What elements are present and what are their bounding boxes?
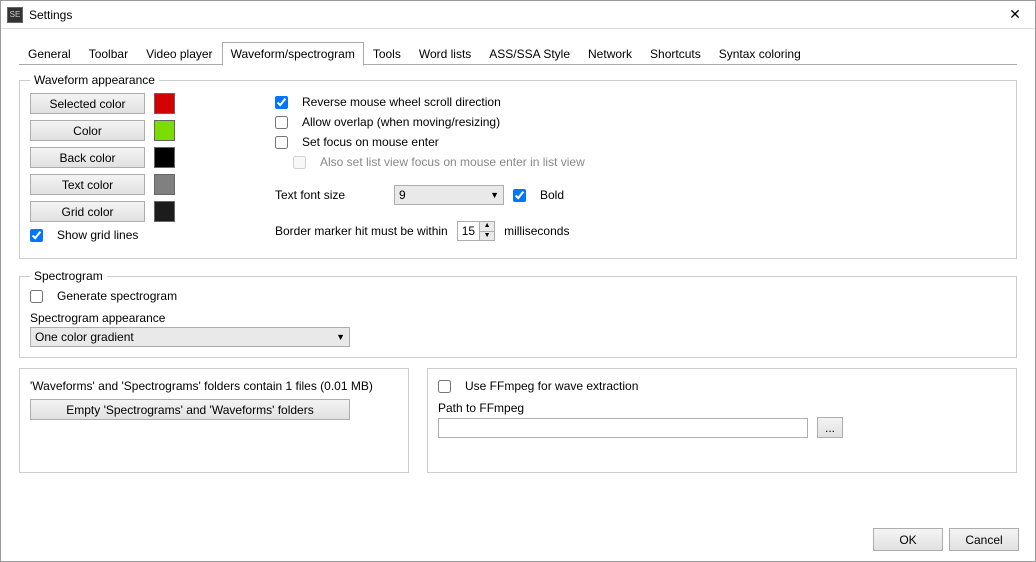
generate-spectrogram-label: Generate spectrogram bbox=[57, 289, 177, 303]
allow-overlap-label: Allow overlap (when moving/resizing) bbox=[302, 115, 500, 129]
spinner-down-icon[interactable]: ▼ bbox=[480, 232, 494, 241]
dialog-footer: OK Cancel bbox=[873, 528, 1019, 551]
show-grid-lines-input[interactable] bbox=[30, 229, 43, 242]
cancel-button[interactable]: Cancel bbox=[949, 528, 1019, 551]
also-set-listview-checkbox: Also set list view focus on mouse enter … bbox=[293, 155, 585, 169]
group-spectrogram: Spectrogram Generate spectrogram Spectro… bbox=[19, 269, 1017, 358]
chevron-down-icon: ▼ bbox=[490, 190, 499, 200]
chevron-down-icon: ▼ bbox=[336, 332, 345, 342]
ok-button[interactable]: OK bbox=[873, 528, 943, 551]
border-marker-label-post: milliseconds bbox=[504, 224, 569, 238]
use-ffmpeg-checkbox[interactable]: Use FFmpeg for wave extraction bbox=[438, 379, 1006, 393]
ffmpeg-panel: Use FFmpeg for wave extraction Path to F… bbox=[427, 368, 1017, 473]
bold-label: Bold bbox=[540, 188, 564, 202]
font-size-select[interactable]: 9 ▼ bbox=[394, 185, 504, 205]
set-focus-checkbox[interactable]: Set focus on mouse enter bbox=[275, 135, 585, 149]
app-icon: SE bbox=[7, 7, 23, 23]
legend-spectrogram: Spectrogram bbox=[30, 269, 107, 283]
folders-info-text: 'Waveforms' and 'Spectrograms' folders c… bbox=[30, 379, 398, 393]
grid-color-button[interactable]: Grid color bbox=[30, 201, 145, 222]
ffmpeg-path-input[interactable] bbox=[438, 418, 808, 438]
show-grid-lines-checkbox[interactable]: Show grid lines bbox=[30, 228, 175, 242]
settings-window: SE Settings ✕ General Toolbar Video play… bbox=[0, 0, 1036, 562]
ffmpeg-path-label: Path to FFmpeg bbox=[438, 401, 1006, 415]
tab-shortcuts[interactable]: Shortcuts bbox=[641, 42, 710, 66]
close-button[interactable]: ✕ bbox=[995, 6, 1035, 23]
spectrogram-appearance-label: Spectrogram appearance bbox=[30, 311, 1006, 325]
use-ffmpeg-input[interactable] bbox=[438, 380, 451, 393]
text-color-button[interactable]: Text color bbox=[30, 174, 145, 195]
tab-syntax-coloring[interactable]: Syntax coloring bbox=[710, 42, 810, 66]
ffmpeg-browse-button[interactable]: ... bbox=[817, 417, 843, 438]
spectrogram-appearance-select[interactable]: One color gradient ▼ bbox=[30, 327, 350, 347]
font-size-value: 9 bbox=[399, 188, 406, 202]
selected-color-button[interactable]: Selected color bbox=[30, 93, 145, 114]
window-title: Settings bbox=[29, 8, 995, 22]
use-ffmpeg-label: Use FFmpeg for wave extraction bbox=[465, 379, 638, 393]
bold-input[interactable] bbox=[513, 189, 526, 202]
tab-waveform-spectrogram[interactable]: Waveform/spectrogram bbox=[222, 42, 364, 66]
spinner-up-icon[interactable]: ▲ bbox=[480, 222, 494, 232]
allow-overlap-checkbox[interactable]: Allow overlap (when moving/resizing) bbox=[275, 115, 585, 129]
spectrogram-appearance-value: One color gradient bbox=[35, 330, 134, 344]
also-set-listview-label: Also set list view focus on mouse enter … bbox=[320, 155, 585, 169]
tab-video-player[interactable]: Video player bbox=[137, 42, 222, 66]
color-swatch[interactable] bbox=[154, 120, 175, 141]
tab-network[interactable]: Network bbox=[579, 42, 641, 66]
tab-ass-ssa-style[interactable]: ASS/SSA Style bbox=[480, 42, 579, 66]
bottom-panels: 'Waveforms' and 'Spectrograms' folders c… bbox=[19, 368, 1017, 473]
tabstrip: General Toolbar Video player Waveform/sp… bbox=[1, 29, 1035, 65]
font-size-label: Text font size bbox=[275, 188, 385, 202]
set-focus-label: Set focus on mouse enter bbox=[302, 135, 439, 149]
tab-toolbar[interactable]: Toolbar bbox=[80, 42, 137, 66]
back-color-button[interactable]: Back color bbox=[30, 147, 145, 168]
border-marker-value: 15 bbox=[458, 222, 479, 240]
folders-panel: 'Waveforms' and 'Spectrograms' folders c… bbox=[19, 368, 409, 473]
reverse-wheel-label: Reverse mouse wheel scroll direction bbox=[302, 95, 501, 109]
set-focus-input[interactable] bbox=[275, 136, 288, 149]
reverse-wheel-input[interactable] bbox=[275, 96, 288, 109]
group-waveform-appearance: Waveform appearance Selected color Color… bbox=[19, 73, 1017, 259]
border-marker-spinner[interactable]: 15 ▲ ▼ bbox=[457, 221, 495, 241]
generate-spectrogram-checkbox[interactable]: Generate spectrogram bbox=[30, 289, 1006, 303]
reverse-wheel-checkbox[interactable]: Reverse mouse wheel scroll direction bbox=[275, 95, 585, 109]
tab-word-lists[interactable]: Word lists bbox=[410, 42, 480, 66]
also-set-listview-input bbox=[293, 156, 306, 169]
generate-spectrogram-input[interactable] bbox=[30, 290, 43, 303]
tab-content: Waveform appearance Selected color Color… bbox=[1, 64, 1035, 483]
waveform-options-column: Reverse mouse wheel scroll direction All… bbox=[275, 93, 585, 248]
tab-tools[interactable]: Tools bbox=[364, 42, 410, 66]
back-color-swatch[interactable] bbox=[154, 147, 175, 168]
color-button[interactable]: Color bbox=[30, 120, 145, 141]
tab-general[interactable]: General bbox=[19, 42, 80, 66]
allow-overlap-input[interactable] bbox=[275, 116, 288, 129]
border-marker-label-pre: Border marker hit must be within bbox=[275, 224, 448, 238]
grid-color-swatch[interactable] bbox=[154, 201, 175, 222]
legend-waveform-appearance: Waveform appearance bbox=[30, 73, 159, 87]
color-buttons-column: Selected color Color Back color Text col… bbox=[30, 93, 175, 248]
titlebar: SE Settings ✕ bbox=[1, 1, 1035, 29]
show-grid-lines-label: Show grid lines bbox=[57, 228, 138, 242]
selected-color-swatch[interactable] bbox=[154, 93, 175, 114]
bold-checkbox[interactable]: Bold bbox=[513, 188, 564, 202]
empty-folders-button[interactable]: Empty 'Spectrograms' and 'Waveforms' fol… bbox=[30, 399, 350, 420]
text-color-swatch[interactable] bbox=[154, 174, 175, 195]
